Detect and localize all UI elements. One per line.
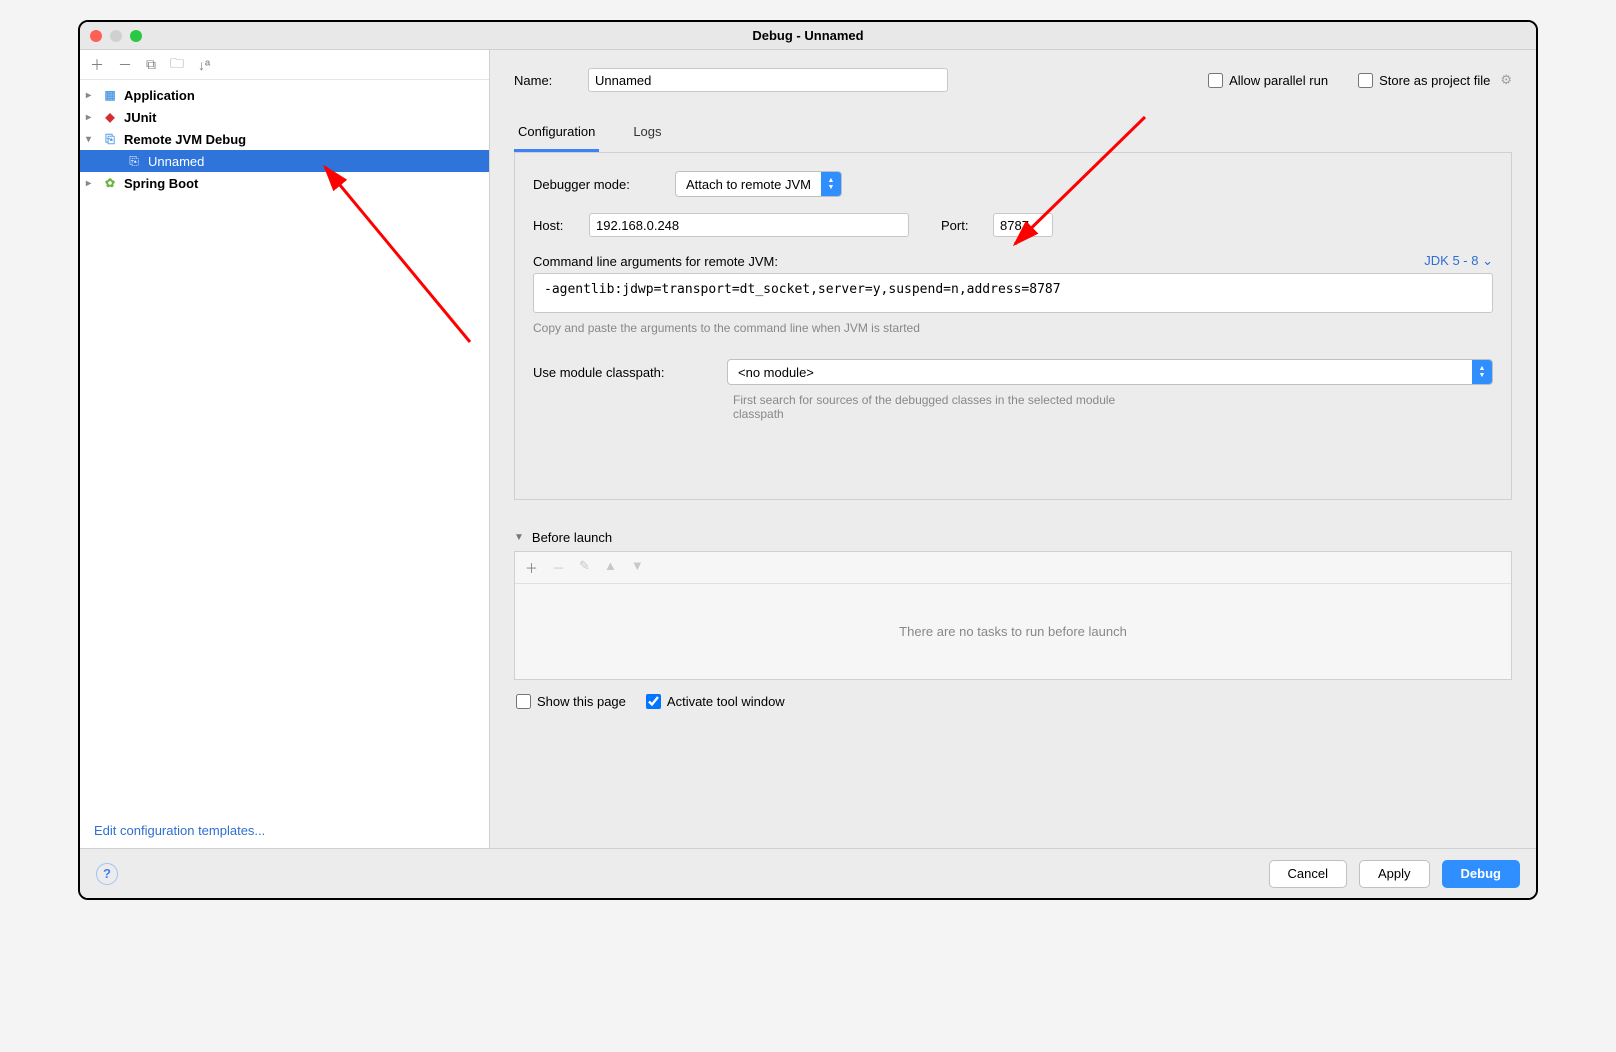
copy-config-icon[interactable]: ⧉: [146, 56, 156, 73]
tree-label: Unnamed: [148, 154, 204, 169]
add-task-icon[interactable]: ＋: [525, 558, 538, 577]
tree-label: Application: [124, 88, 195, 103]
sidebar: ＋ － ⧉ 🗀 ↓ª ▸ ▦ Application ▸ ◆ JUnit ▾: [80, 50, 490, 848]
application-icon: ▦: [102, 87, 118, 103]
window-title: Debug - Unnamed: [80, 28, 1536, 43]
debugger-mode-label: Debugger mode:: [533, 177, 663, 192]
name-input[interactable]: [588, 68, 948, 92]
show-page-input[interactable]: [516, 694, 531, 709]
titlebar[interactable]: Debug - Unnamed: [80, 22, 1536, 50]
tabs: Configuration Logs: [514, 116, 1512, 153]
edit-task-icon: ✎: [579, 558, 590, 577]
allow-parallel-checkbox[interactable]: Allow parallel run: [1208, 73, 1328, 88]
tree-item-application[interactable]: ▸ ▦ Application: [80, 84, 489, 106]
port-input[interactable]: [993, 213, 1053, 237]
activate-tool-input[interactable]: [646, 694, 661, 709]
store-project-label: Store as project file: [1379, 73, 1490, 88]
store-project-checkbox[interactable]: Store as project file ⚙: [1358, 72, 1512, 88]
window-close-icon[interactable]: [90, 30, 102, 42]
tree-item-remote-jvm[interactable]: ▾ ⎘ Remote JVM Debug: [80, 128, 489, 150]
tree-item-junit[interactable]: ▸ ◆ JUnit: [80, 106, 489, 128]
module-classpath-label: Use module classpath:: [533, 365, 713, 380]
select-arrows-icon: ▲▼: [1472, 360, 1492, 384]
before-launch-toolbar: ＋ － ✎ ▲ ▼: [515, 552, 1511, 584]
module-hint: First search for sources of the debugged…: [733, 393, 1153, 421]
tree-item-spring-boot[interactable]: ▸ ✿ Spring Boot: [80, 172, 489, 194]
chevron-right-icon: ▸: [86, 90, 96, 101]
dialog-footer: ? Cancel Apply Debug: [80, 848, 1536, 898]
host-input[interactable]: [589, 213, 909, 237]
cancel-button[interactable]: Cancel: [1269, 860, 1347, 888]
sort-config-icon[interactable]: ↓ª: [198, 57, 210, 73]
show-page-checkbox[interactable]: Show this page: [516, 694, 626, 709]
module-classpath-select[interactable]: <no module> ▲▼: [727, 359, 1493, 385]
configuration-panel: Debugger mode: Attach to remote JVM ▲▼ H…: [514, 153, 1512, 500]
activate-tool-label: Activate tool window: [667, 694, 785, 709]
before-launch-empty: There are no tasks to run before launch: [515, 584, 1511, 679]
chevron-right-icon: ▸: [86, 112, 96, 123]
junit-icon: ◆: [102, 109, 118, 125]
before-launch-section: ▼ Before launch ＋ － ✎ ▲ ▼ There are no t…: [514, 524, 1512, 680]
chevron-down-icon: ▾: [86, 134, 96, 145]
allow-parallel-label: Allow parallel run: [1229, 73, 1328, 88]
cmd-hint: Copy and paste the arguments to the comm…: [533, 321, 1493, 335]
spring-boot-icon: ✿: [102, 175, 118, 191]
help-icon[interactable]: ?: [96, 863, 118, 885]
tab-logs[interactable]: Logs: [629, 116, 665, 152]
cmd-arguments-box[interactable]: -agentlib:jdwp=transport=dt_socket,serve…: [533, 273, 1493, 313]
module-classpath-value: <no module>: [728, 365, 1472, 380]
apply-button[interactable]: Apply: [1359, 860, 1430, 888]
show-page-label: Show this page: [537, 694, 626, 709]
debugger-mode-value: Attach to remote JVM: [676, 177, 821, 192]
before-launch-header[interactable]: ▼ Before launch: [514, 524, 1512, 551]
remove-config-icon[interactable]: －: [118, 55, 132, 75]
port-label: Port:: [941, 218, 981, 233]
jdk-version-dropdown[interactable]: JDK 5 - 8 ⌄: [1424, 253, 1493, 269]
store-project-input[interactable]: [1358, 73, 1373, 88]
activate-tool-checkbox[interactable]: Activate tool window: [646, 694, 785, 709]
remote-config-icon: ⎘: [126, 153, 142, 169]
name-label: Name:: [514, 73, 574, 88]
select-arrows-icon: ▲▼: [821, 172, 841, 196]
add-config-icon[interactable]: ＋: [90, 55, 104, 75]
tree-label: Remote JVM Debug: [124, 132, 246, 147]
before-launch-title: Before launch: [532, 530, 612, 545]
allow-parallel-input[interactable]: [1208, 73, 1223, 88]
save-config-icon[interactable]: 🗀: [170, 53, 184, 77]
debug-button[interactable]: Debug: [1442, 860, 1520, 888]
tree-item-unnamed[interactable]: ⎘ Unnamed: [80, 150, 489, 172]
edit-templates-link[interactable]: Edit configuration templates...: [94, 823, 265, 838]
tree-label: JUnit: [124, 110, 157, 125]
sidebar-toolbar: ＋ － ⧉ 🗀 ↓ª: [80, 50, 489, 80]
tree-label: Spring Boot: [124, 176, 198, 191]
cmd-label: Command line arguments for remote JVM:: [533, 254, 778, 269]
triangle-down-icon: ▼: [514, 532, 524, 543]
move-down-icon: ▼: [631, 558, 644, 577]
config-tree: ▸ ▦ Application ▸ ◆ JUnit ▾ ⎘ Remote JVM…: [80, 80, 489, 813]
remote-debug-icon: ⎘: [102, 131, 118, 147]
move-up-icon: ▲: [604, 558, 617, 577]
window-maximize-icon[interactable]: [130, 30, 142, 42]
debugger-mode-select[interactable]: Attach to remote JVM ▲▼: [675, 171, 842, 197]
gear-icon[interactable]: ⚙: [1500, 72, 1512, 88]
host-label: Host:: [533, 218, 577, 233]
window-minimize-icon[interactable]: [110, 30, 122, 42]
tab-configuration[interactable]: Configuration: [514, 116, 599, 152]
main-panel: Name: Allow parallel run Store as projec…: [490, 50, 1536, 848]
remove-task-icon: －: [552, 558, 565, 577]
chevron-right-icon: ▸: [86, 178, 96, 189]
